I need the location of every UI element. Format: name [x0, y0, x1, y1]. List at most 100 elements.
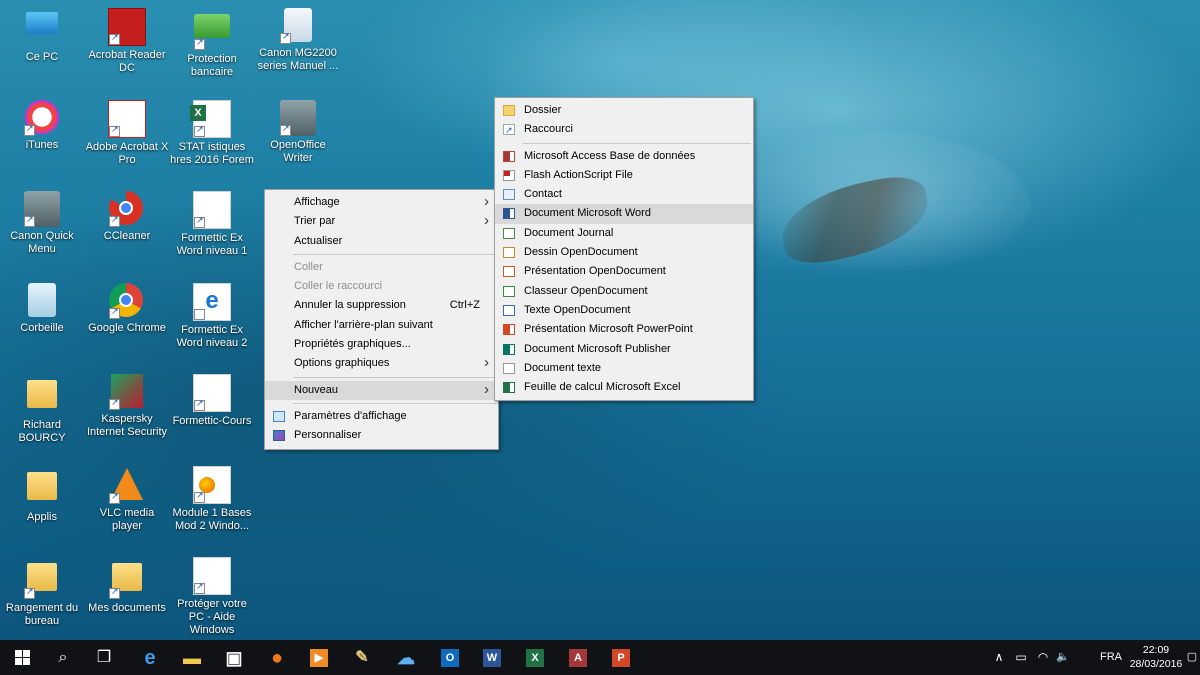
desktop-icon-label: OpenOffice Writer — [270, 139, 326, 164]
submenu-item-presentation-opendocument[interactable]: Présentation OpenDocument — [495, 262, 753, 281]
desktop-icon-module-1-bases[interactable]: Module 1 Bases Mod 2 Windo... — [170, 466, 254, 533]
desktop-icon-canon-mg2200-manuel[interactable]: Canon MG2200 series Manuel ... — [256, 8, 340, 73]
desktop-icon-google-chrome[interactable]: Google Chrome — [85, 283, 169, 335]
submenu-item-access[interactable]: Microsoft Access Base de données — [495, 147, 753, 166]
nouveau-submenu: Dossier Raccourci Microsoft Access Base … — [494, 97, 754, 402]
desktop-icon-rangement-du-bureau[interactable]: Rangement du bureau — [0, 557, 84, 628]
notification-center-button[interactable]: ▢ — [1185, 640, 1199, 675]
edge-document-icon: e — [193, 283, 231, 341]
taskbar-store[interactable]: ▣ — [214, 640, 254, 675]
submenu-item-publisher[interactable]: Document Microsoft Publisher — [495, 340, 753, 359]
menu-item-affichage[interactable]: Affichage — [265, 192, 498, 212]
taskbar-outlook[interactable]: O — [430, 640, 470, 675]
menu-item-shortcut: Ctrl+Z — [449, 299, 480, 312]
menu-separator — [523, 142, 751, 144]
media-player-icon: ▶ — [310, 648, 328, 667]
submenu-item-flash-actionscript[interactable]: Flash ActionScript File — [495, 166, 753, 185]
search-button[interactable]: ⌕ — [43, 640, 83, 675]
desktop-icon-formettic-cours[interactable]: Formettic-Cours — [170, 374, 254, 428]
start-button[interactable] — [2, 640, 42, 675]
taskbar-powerpoint[interactable]: P — [601, 640, 641, 675]
taskbar-file-explorer[interactable]: ▬ — [172, 640, 212, 675]
submenu-item-texte-opendocument[interactable]: Texte OpenDocument — [495, 301, 753, 320]
submenu-item-raccourci[interactable]: Raccourci — [495, 120, 753, 140]
menu-item-annuler-la-suppression[interactable]: Annuler la suppression Ctrl+Z — [265, 296, 498, 315]
submenu-item-dossier[interactable]: Dossier — [495, 101, 753, 120]
contact-icon — [503, 189, 515, 201]
submenu-item-label: Flash ActionScript File — [524, 168, 633, 181]
tray-network[interactable]: ◠ — [1035, 640, 1051, 675]
desktop-icon-formettic-ex-word-2[interactable]: e Formettic Ex Word niveau 2 — [170, 283, 254, 350]
submenu-item-powerpoint[interactable]: Présentation Microsoft PowerPoint — [495, 320, 753, 339]
desktop-icon-ce-pc[interactable]: Ce PC — [0, 8, 84, 64]
menu-item-actualiser[interactable]: Actualiser — [265, 232, 498, 251]
desktop-icon-ccleaner[interactable]: CCleaner — [85, 191, 169, 243]
submenu-item-journal[interactable]: Document Journal — [495, 224, 753, 243]
desktop-icon-applis[interactable]: Applis — [0, 466, 84, 524]
menu-item-personnaliser[interactable]: Personnaliser — [265, 426, 498, 445]
submenu-item-label: Classeur OpenDocument — [524, 284, 648, 297]
tray-clock[interactable]: 22:09 28/03/2016 — [1127, 643, 1185, 671]
task-view-button[interactable]: ❐ — [84, 640, 124, 675]
desktop-icon-kaspersky[interactable]: Kaspersky Internet Security — [85, 374, 169, 439]
desktop-icon-openoffice-writer[interactable]: OpenOffice Writer — [256, 100, 340, 165]
vlc-icon — [109, 468, 145, 504]
taskbar-excel[interactable]: X — [515, 640, 555, 675]
firefox-icon: ● — [270, 646, 284, 669]
desktop-icon-label: Rangement du bureau — [5, 602, 79, 627]
desktop-icon-canon-quick-menu[interactable]: Canon Quick Menu — [0, 191, 84, 256]
desktop-icon-label: Richard BOURCY — [18, 419, 66, 444]
text-file-icon — [503, 362, 515, 374]
desktop-icon-vlc[interactable]: VLC media player — [85, 466, 169, 533]
canon-quick-menu-icon — [24, 191, 60, 227]
submenu-item-dessin-opendocument[interactable]: Dessin OpenDocument — [495, 243, 753, 262]
desktop-icon-label: Corbeille — [20, 322, 64, 334]
submenu-item-contact[interactable]: Contact — [495, 185, 753, 204]
taskbar-paint[interactable]: ✎ — [342, 640, 382, 675]
taskbar-word[interactable]: W — [472, 640, 512, 675]
desktop-icon-corbeille[interactable]: Corbeille — [0, 283, 84, 335]
menu-item-coller-le-raccourci[interactable]: Coller le raccourci — [265, 277, 498, 296]
menu-item-label: Affichage — [294, 196, 340, 208]
desktop-icon-adobe-acrobat-x-pro[interactable]: Adobe Acrobat X Pro — [85, 100, 169, 167]
taskbar-edge[interactable]: e — [130, 640, 170, 675]
menu-item-label: Afficher l'arrière-plan suivant — [294, 318, 433, 331]
menu-item-parametres-affichage[interactable]: Paramètres d'affichage — [265, 407, 498, 426]
battery-icon: ▭ — [1015, 650, 1027, 664]
submenu-item-document-texte[interactable]: Document texte — [495, 359, 753, 378]
menu-item-label: Nouveau — [294, 383, 339, 396]
acrobat-pro-icon — [108, 100, 146, 138]
desktop-icon-itunes[interactable]: iTunes — [0, 100, 84, 152]
tray-overflow-chevron[interactable]: ∧ — [992, 640, 1006, 675]
menu-item-nouveau[interactable]: Nouveau — [265, 380, 498, 400]
desktop-icon-formettic-ex-word-1[interactable]: Formettic Ex Word niveau 1 — [170, 191, 254, 258]
cloud-app-icon: ☁ — [397, 647, 415, 668]
menu-item-options-graphiques[interactable]: Options graphiques — [265, 353, 498, 373]
desktop-icon-proteger-votre-pc[interactable]: Protéger votre PC - Aide Windows — [170, 557, 254, 637]
desktop-icon-protection-bancaire[interactable]: Protection bancaire — [170, 8, 254, 79]
clock-date: 28/03/2016 — [1129, 658, 1183, 670]
desktop-icon-mes-documents[interactable]: Mes documents — [85, 557, 169, 615]
tray-battery[interactable]: ▭ — [1013, 640, 1029, 675]
taskbar-firefox[interactable]: ● — [257, 640, 297, 675]
submenu-item-classeur-opendocument[interactable]: Classeur OpenDocument — [495, 282, 753, 301]
desktop-icon-stat-istiques[interactable]: STAT istiques hres 2016 Forem — [170, 100, 254, 167]
menu-item-trier-par[interactable]: Trier par — [265, 211, 498, 231]
menu-item-proprietes-graphiques[interactable]: Propriétés graphiques... — [265, 335, 498, 354]
tray-volume[interactable]: 🔈 — [1054, 640, 1072, 675]
tray-language[interactable]: FRA — [1099, 640, 1123, 675]
access-icon — [503, 150, 515, 162]
taskbar-cloud-app[interactable]: ☁ — [386, 640, 426, 675]
desktop-icon-richard-bourcy[interactable]: Richard BOURCY — [0, 374, 84, 445]
menu-item-afficher-arriere-plan-suivant[interactable]: Afficher l'arrière-plan suivant — [265, 316, 498, 335]
outlook-icon: O — [441, 648, 459, 667]
recycle-bin-icon — [24, 283, 60, 319]
menu-item-coller[interactable]: Coller — [265, 258, 498, 277]
taskbar-access[interactable]: A — [558, 640, 598, 675]
openoffice-writer-icon — [280, 100, 316, 136]
submenu-item-word[interactable]: Document Microsoft Word — [495, 204, 753, 224]
taskbar-media-player[interactable]: ▶ — [299, 640, 339, 675]
desktop-icon-acrobat-reader-dc[interactable]: Acrobat Reader DC — [85, 8, 169, 75]
desktop-icon-label: Protéger votre PC - Aide Windows — [177, 598, 247, 636]
submenu-item-excel[interactable]: Feuille de calcul Microsoft Excel — [495, 378, 753, 397]
